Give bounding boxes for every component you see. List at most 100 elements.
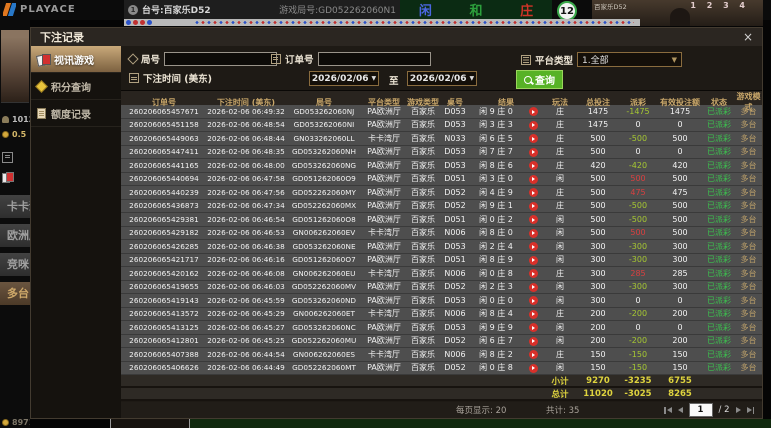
player-tile[interactable]: 闲: [419, 0, 432, 19]
video-replay-cell: [523, 323, 543, 332]
hall-tab-multi[interactable]: 多台: [0, 282, 30, 305]
game-round-label: 游戏局号:GD052262060N1: [279, 6, 396, 16]
play-type: 闲: [556, 228, 564, 238]
game-type: 百家乐: [411, 241, 435, 251]
table-no: D053: [444, 160, 466, 170]
round-no: GD053262060NC: [292, 322, 356, 332]
cards-row[interactable]: [2, 172, 14, 183]
hall-tab-jingmi[interactable]: 竞咪: [0, 253, 30, 276]
game-mode: 多台: [740, 309, 757, 319]
round-filter: 局号: [127, 52, 278, 66]
bet-time-label: 下注时间 (美东): [143, 74, 212, 85]
order-no: 260206065429381: [129, 214, 199, 224]
close-icon[interactable]: ×: [743, 31, 753, 43]
records-table: 订单号 下注时间 (美东) 局号 平台类型 游戏类型 桌号 结果 玩法 总投注 派彩 有效投注额 状态…: [121, 91, 762, 402]
replay-play-icon[interactable]: [528, 107, 538, 116]
table-no: D052: [444, 201, 466, 211]
next-page-icon[interactable]: [735, 407, 741, 413]
platform-select[interactable]: 1.全部 ▼: [577, 52, 683, 67]
play-type: 庄: [556, 349, 564, 359]
replay-play-icon[interactable]: [528, 134, 538, 143]
sidebar-item-points-query[interactable]: 积分查询: [31, 73, 121, 100]
platform: PA欧洲厅: [367, 174, 401, 184]
sidebar-item-credit-records[interactable]: 额度记录: [31, 100, 121, 127]
replay-play-icon[interactable]: [528, 323, 538, 332]
platform: PA欧洲厅: [367, 322, 401, 332]
platform: PA欧洲厅: [367, 336, 401, 346]
page-input[interactable]: 1: [688, 403, 713, 417]
round-no: GD053262060NG: [291, 160, 357, 170]
tie-tile[interactable]: 和: [469, 0, 482, 19]
round-no: GN006262060ET: [293, 309, 355, 319]
cards-icon: [2, 172, 14, 183]
game-type: 百家乐: [411, 147, 435, 157]
red-dot-icon: [140, 20, 145, 25]
dialog-title: 下注记录: [40, 31, 84, 44]
date-to-label-group: 至: [389, 73, 399, 87]
round-no: GD053262060NH: [291, 147, 356, 157]
search-button[interactable]: 查询: [516, 70, 563, 89]
replay-play-icon[interactable]: [528, 201, 538, 211]
order-no: 260206065451158: [129, 120, 199, 130]
valid-bet: 150: [672, 349, 688, 359]
status: 已派彩: [707, 282, 731, 292]
replay-play-icon[interactable]: [528, 161, 538, 170]
valid-bet: 200: [672, 336, 688, 346]
replay-play-icon[interactable]: [528, 309, 538, 319]
round-input[interactable]: [164, 52, 278, 66]
replay-play-icon[interactable]: [528, 363, 538, 373]
edit-row[interactable]: [2, 152, 13, 163]
video-replay-cell: [523, 255, 543, 265]
total-bet: 1475: [587, 106, 609, 116]
replay-play-icon[interactable]: [528, 120, 538, 130]
game-type: 百家乐: [411, 106, 435, 116]
table-row: 260206065420162 2026-02-06 06:46:08 GN0062…: [121, 267, 762, 281]
order-no: 260206065406626: [129, 363, 199, 373]
replay-play-icon[interactable]: [528, 215, 538, 224]
order-input[interactable]: [317, 52, 431, 66]
hall-tab-kakawan[interactable]: 卡卡湾: [0, 195, 30, 218]
play-type: 庄: [556, 309, 564, 319]
replay-play-icon[interactable]: [528, 350, 538, 359]
table-no: N033: [444, 133, 466, 143]
avatar[interactable]: [1, 30, 29, 103]
last-page-icon[interactable]: [746, 406, 754, 414]
game-mode: 多台: [740, 106, 757, 116]
replay-play-icon[interactable]: [528, 188, 538, 197]
replay-play-icon[interactable]: [528, 174, 538, 184]
replay-play-icon[interactable]: [528, 242, 538, 251]
replay-play-icon[interactable]: [528, 147, 538, 157]
search-group: 查询: [516, 70, 563, 89]
result: 闲 3 庄 0: [479, 174, 513, 184]
play-type: 庄: [556, 147, 564, 157]
replay-play-icon[interactable]: [528, 296, 538, 305]
platform: PA欧洲厅: [367, 147, 401, 157]
banker-tile[interactable]: 庄: [520, 0, 533, 19]
table-no: D053: [444, 322, 466, 332]
hall-tab-europe[interactable]: 欧洲厅: [0, 224, 30, 247]
level-badge: 1: [128, 4, 138, 15]
result: 闲 0 庄 2: [479, 214, 513, 224]
prev-page-icon[interactable]: [677, 407, 683, 413]
date-to-group: 2026/02/06 ▼: [407, 71, 477, 86]
replay-play-icon[interactable]: [528, 255, 538, 265]
replay-play-icon[interactable]: [528, 228, 538, 238]
date-to-picker[interactable]: 2026/02/06 ▼: [407, 71, 477, 86]
result: 闲 0 庄 8: [479, 363, 513, 373]
date-from-picker[interactable]: 2026/02/06 ▼: [309, 71, 379, 86]
replay-play-icon[interactable]: [528, 336, 538, 346]
platform: PA欧洲厅: [367, 241, 401, 251]
round-no: GD053262060NE: [292, 241, 356, 251]
video-replay-cell: [523, 336, 543, 346]
first-page-icon[interactable]: [664, 406, 672, 414]
replay-play-icon[interactable]: [528, 269, 538, 278]
sidebar-item-video-games[interactable]: 视讯游戏: [31, 46, 121, 73]
valid-bet: 0: [677, 295, 683, 305]
replay-play-icon[interactable]: [528, 282, 538, 292]
payout: -1475: [626, 106, 650, 116]
game-type: 百家乐: [411, 349, 435, 359]
order-no: 260206065420162: [129, 268, 199, 278]
status: 已派彩: [707, 147, 731, 157]
result: 闲 8 庄 6: [479, 160, 513, 170]
total-bet: 300: [590, 268, 606, 278]
